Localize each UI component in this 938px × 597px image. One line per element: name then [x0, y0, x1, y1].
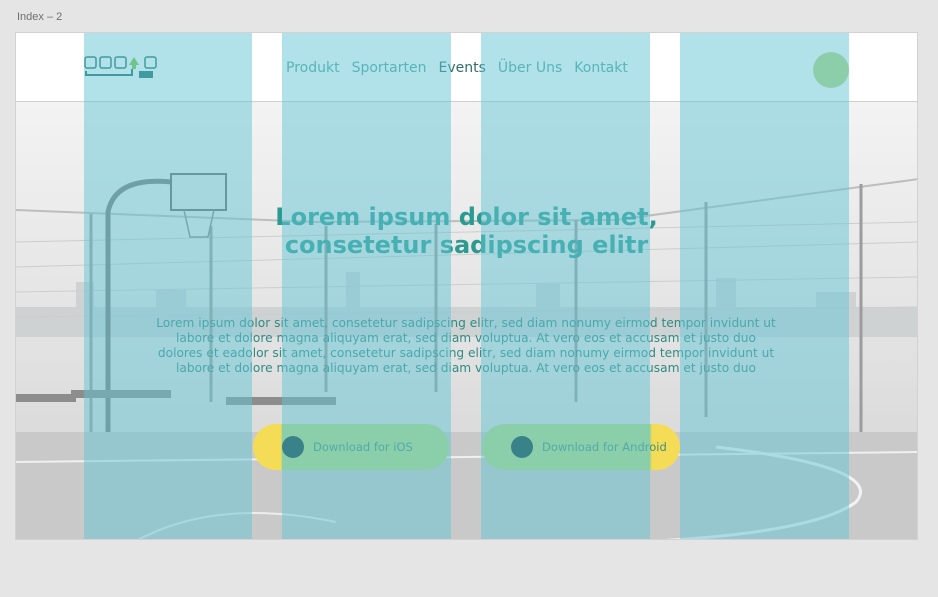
apple-icon — [282, 436, 304, 458]
page-frame: SQUAD UP Produkt Sportarten Events Über … — [15, 32, 918, 540]
nav-link-kontakt[interactable]: Kontakt — [574, 60, 628, 76]
download-android-button[interactable]: Download for Android — [482, 424, 680, 470]
hero-headline-line2: consetetur sadipscing elitr — [284, 231, 649, 259]
nav-link-produkt[interactable]: Produkt — [286, 60, 340, 76]
nav-link-ueber-uns[interactable]: Über Uns — [498, 60, 562, 76]
squad-up-logo[interactable]: SQUAD UP — [84, 55, 164, 81]
hero-headline: Lorem ipsum dolor sit amet, consetetur s… — [16, 203, 917, 259]
download-android-label: Download for Android — [542, 440, 667, 454]
profile-avatar[interactable] — [813, 52, 849, 88]
download-ios-label: Download for iOS — [313, 440, 413, 454]
main-nav: Produkt Sportarten Events Über Uns Konta… — [286, 60, 640, 76]
frame-label: Index – 2 — [17, 11, 63, 23]
download-ios-button[interactable]: Download for iOS — [253, 424, 449, 470]
hero-headline-line1: Lorem ipsum dolor sit amet, — [275, 203, 658, 231]
nav-link-sportarten[interactable]: Sportarten — [352, 60, 427, 76]
hero-body-text: Lorem ipsum dolor sit amet, consetetur s… — [156, 316, 776, 375]
android-icon — [511, 436, 533, 458]
nav-link-events[interactable]: Events — [438, 60, 485, 76]
